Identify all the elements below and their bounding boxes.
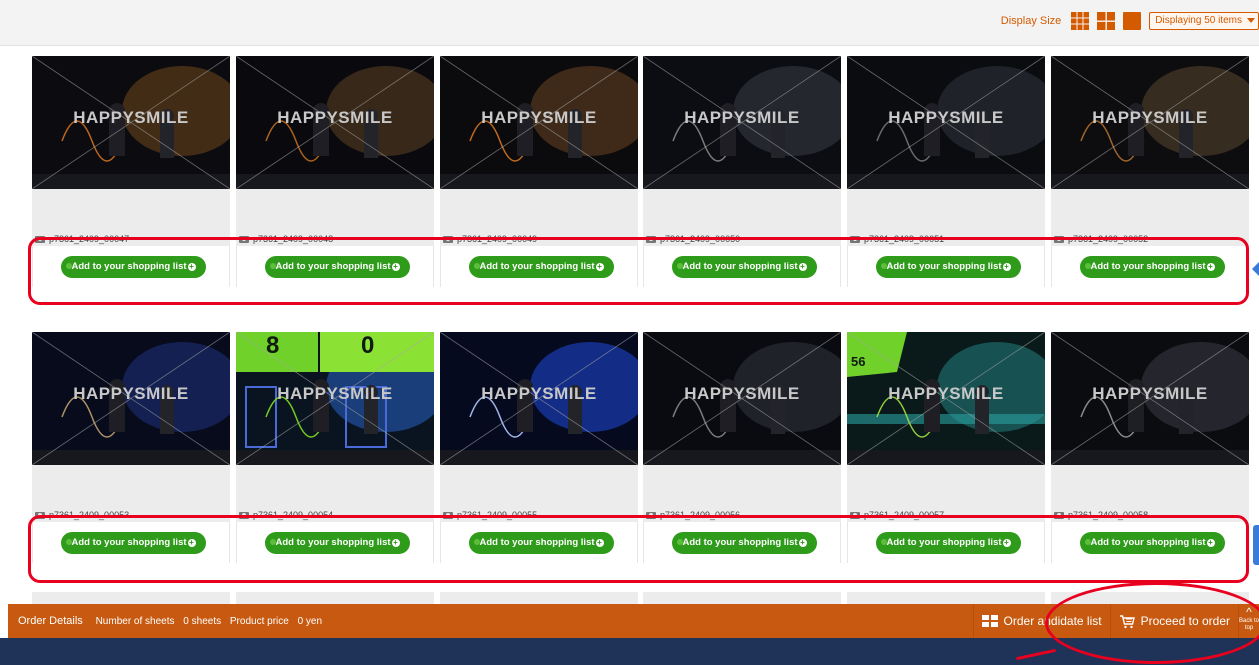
highlight-box-row1 [28,237,1249,305]
scoreboard-digits: 80 [236,332,434,372]
display-size-control: Display Size Displaying 50 items [1001,12,1259,30]
scoreboard-digits: 56 [847,332,1045,372]
scoreboard-digit: 0 [361,332,375,359]
watermark-text: HAPPYSMILE [277,384,393,403]
sheets-label: Number of sheets [95,616,175,627]
items-per-page-select[interactable]: Displaying 50 items [1149,12,1259,30]
grid-large-icon[interactable] [1123,12,1142,30]
watermark-text: HAPPYSMILE [481,384,597,403]
watermark-text: HAPPYSMILE [481,108,597,127]
watermark-text: HAPPYSMILE [684,108,800,127]
watermark-text: HAPPYSMILE [888,384,1004,403]
price-value: 0 yen [297,616,323,627]
watermark-text: HAPPYSMILE [1092,108,1208,127]
grid-list-icon [981,615,998,627]
highlight-box-row2 [28,515,1249,583]
watermark-text: HAPPYSMILE [73,384,189,403]
chevron-down-icon [1247,18,1255,23]
items-per-page-value: Displaying 50 items [1155,15,1242,26]
display-size-label: Display Size [1000,15,1062,27]
order-summary: Order Details Number of sheets 0 sheets … [18,615,328,627]
grid-small-icon[interactable] [1071,12,1090,30]
scroll-indicator-bar [1253,525,1259,565]
grid-medium-icon[interactable] [1097,12,1116,30]
watermark-text: HAPPYSMILE [277,108,393,127]
scoreboard-digit: 8 [266,332,280,359]
price-label: Product price [229,616,289,627]
watermark-text: HAPPYSMILE [1092,384,1208,403]
watermark-text: HAPPYSMILE [684,384,800,403]
order-details-label: Order Details [18,615,83,627]
sheets-value: 0 sheets [183,616,222,627]
highlight-circle [1045,582,1259,664]
watermark-text: HAPPYSMILE [73,108,189,127]
scoreboard-digit: 56 [851,354,866,369]
watermark-text: HAPPYSMILE [888,108,1004,127]
top-toolbar: Display Size Displaying 50 items [0,0,1259,46]
scroll-indicator-icon [1250,260,1259,278]
